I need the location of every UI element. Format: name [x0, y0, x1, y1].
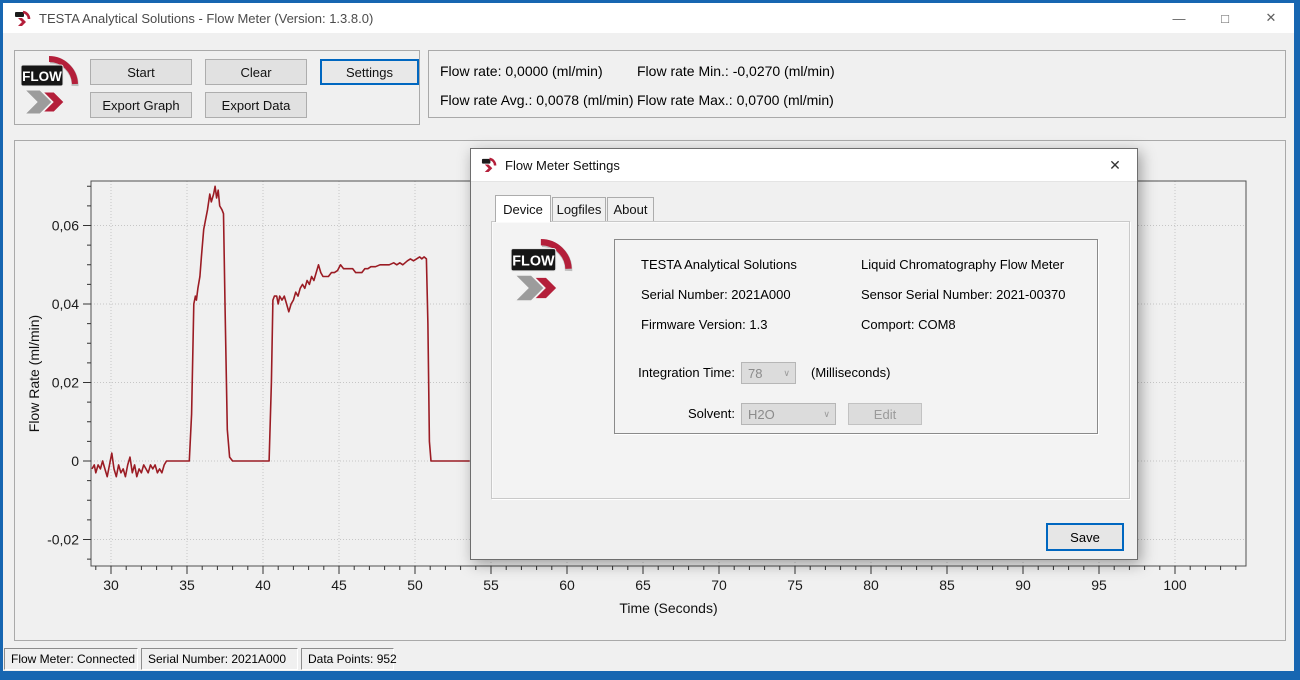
close-button[interactable]: ✕ — [1248, 3, 1294, 33]
svg-text:FLOW: FLOW — [22, 69, 62, 84]
export-graph-button[interactable]: Export Graph — [90, 92, 192, 118]
device-tab-page: FLOW TESTA Analytical Solutions Liquid C… — [491, 221, 1130, 499]
status-serial-number: Serial Number: 2021A000 — [141, 648, 298, 670]
sensor-serial-number-label: Sensor Serial Number: 2021-00370 — [861, 287, 1066, 302]
svg-text:0,04: 0,04 — [52, 296, 79, 312]
solvent-label: Solvent: — [615, 406, 735, 421]
flow-logo: FLOW — [20, 56, 82, 118]
svg-text:55: 55 — [483, 577, 499, 593]
svg-text:60: 60 — [559, 577, 575, 593]
svg-text:0,02: 0,02 — [52, 375, 79, 391]
svg-text:95: 95 — [1091, 577, 1107, 593]
solvent-value: H2O — [748, 407, 775, 422]
window-border-bottom — [0, 671, 1300, 680]
svg-text:100: 100 — [1163, 577, 1187, 593]
svg-text:90: 90 — [1015, 577, 1031, 593]
dialog-close-button[interactable]: ✕ — [1093, 149, 1137, 181]
minimize-button[interactable]: — — [1156, 3, 1202, 33]
clear-button[interactable]: Clear — [205, 59, 307, 85]
settings-dialog: Flow Meter Settings ✕ Device Logfiles Ab… — [470, 148, 1138, 560]
svg-text:85: 85 — [939, 577, 955, 593]
start-button[interactable]: Start — [90, 59, 192, 85]
comport-label: Comport: COM8 — [861, 317, 956, 332]
svg-text:40: 40 — [255, 577, 271, 593]
window-border-left — [0, 0, 3, 680]
svg-text:30: 30 — [103, 577, 119, 593]
chevron-down-icon: ∨ — [823, 409, 830, 420]
integration-time-select[interactable]: 78 ∨ — [741, 362, 796, 384]
flow-rate-avg-readout: Flow rate Avg.: 0,0078 (ml/min) — [440, 92, 633, 108]
svg-text:Flow Rate (ml/min): Flow Rate (ml/min) — [26, 315, 42, 432]
svg-text:Time (Seconds): Time (Seconds) — [619, 600, 717, 616]
tab-about[interactable]: About — [607, 197, 654, 221]
integration-time-value: 78 — [748, 366, 762, 381]
dialog-title: Flow Meter Settings — [505, 158, 620, 173]
vendor-label: TESTA Analytical Solutions — [641, 257, 797, 272]
window-border-right — [1294, 0, 1300, 680]
solvent-select[interactable]: H2O ∨ — [741, 403, 836, 425]
flow-rate-readout: Flow rate: 0,0000 (ml/min) — [440, 63, 603, 79]
save-button[interactable]: Save — [1046, 523, 1124, 551]
dialog-app-icon — [481, 157, 497, 173]
app-logo-icon — [14, 10, 31, 27]
window-border-top — [0, 0, 1300, 3]
flow-rate-max-readout: Flow rate Max.: 0,0700 (ml/min) — [637, 92, 834, 108]
edit-solvent-button[interactable]: Edit — [848, 403, 922, 425]
window-title: TESTA Analytical Solutions - Flow Meter … — [39, 11, 373, 26]
svg-text:80: 80 — [863, 577, 879, 593]
svg-text:0,06: 0,06 — [52, 218, 79, 234]
svg-text:75: 75 — [787, 577, 803, 593]
integration-time-units: (Milliseconds) — [811, 365, 890, 380]
export-data-button[interactable]: Export Data — [205, 92, 307, 118]
integration-time-label: Integration Time: — [615, 365, 735, 380]
chevron-down-icon: ∨ — [783, 368, 790, 379]
flow-rate-min-readout: Flow rate Min.: -0,0270 (ml/min) — [637, 63, 835, 79]
dialog-title-bar: Flow Meter Settings ✕ — [471, 149, 1137, 182]
svg-text:35: 35 — [179, 577, 195, 593]
tab-device[interactable]: Device — [495, 195, 551, 222]
dialog-flow-logo: FLOW — [510, 239, 576, 305]
maximize-button[interactable]: □ — [1202, 3, 1248, 33]
product-label: Liquid Chromatography Flow Meter — [861, 257, 1064, 272]
status-connection: Flow Meter: Connected — [4, 648, 138, 670]
svg-text:45: 45 — [331, 577, 347, 593]
svg-text:FLOW: FLOW — [512, 254, 555, 270]
svg-text:70: 70 — [711, 577, 727, 593]
svg-text:-0,02: -0,02 — [47, 532, 79, 548]
title-bar: TESTA Analytical Solutions - Flow Meter … — [3, 3, 1294, 33]
device-info-groupbox: TESTA Analytical Solutions Liquid Chroma… — [614, 239, 1098, 434]
svg-text:65: 65 — [635, 577, 651, 593]
svg-text:0: 0 — [71, 453, 79, 469]
tab-logfiles[interactable]: Logfiles — [552, 197, 606, 221]
settings-button[interactable]: Settings — [320, 59, 419, 85]
firmware-version-label: Firmware Version: 1.3 — [641, 317, 767, 332]
status-data-points: Data Points: 952 — [301, 648, 394, 670]
svg-text:50: 50 — [407, 577, 423, 593]
window-controls: — □ ✕ — [1156, 3, 1294, 33]
serial-number-label: Serial Number: 2021A000 — [641, 287, 791, 302]
